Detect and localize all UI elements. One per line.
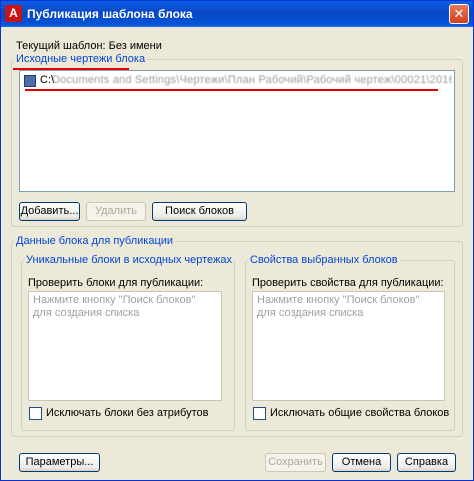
- drawing-file-icon: [24, 75, 36, 87]
- parameters-button[interactable]: Параметры...: [19, 453, 100, 472]
- exclude-blocks-without-attributes-checkbox[interactable]: [29, 407, 42, 420]
- current-template-label: Текущий шаблон: Без имени: [16, 40, 162, 52]
- cancel-button[interactable]: Отмена: [332, 453, 391, 472]
- add-button[interactable]: Добавить...: [19, 202, 80, 221]
- source-drawings-list[interactable]: C:\ Documents and Settings\Чертежи\План …: [19, 70, 455, 192]
- search-blocks-button[interactable]: Поиск блоков: [152, 202, 247, 221]
- unique-blocks-label: Проверить блоки для публикации:: [28, 277, 204, 289]
- help-button[interactable]: Справка: [397, 453, 456, 472]
- close-icon[interactable]: ✕: [449, 4, 469, 24]
- unique-blocks-legend: Уникальные блоки в исходных чертежах: [24, 254, 235, 266]
- block-properties-legend: Свойства выбранных блоков: [248, 254, 400, 266]
- block-properties-list[interactable]: Нажмите кнопку "Поиск блоков" для создан…: [252, 291, 445, 401]
- remove-button[interactable]: Удалить: [86, 202, 146, 221]
- source-drawings-legend: Исходные чертежи блока: [14, 53, 148, 65]
- exclude-blocks-checkbox-label[interactable]: Исключать блоки без атрибутов: [46, 407, 208, 419]
- exclude-common-properties-checkbox[interactable]: [253, 407, 266, 420]
- drawing-path-blurred[interactable]: Documents and Settings\Чертежи\План Рабо…: [52, 74, 452, 86]
- exclude-properties-checkbox-label[interactable]: Исключать общие свойства блоков: [270, 407, 449, 419]
- autocad-app-icon: A: [5, 5, 22, 22]
- block-properties-label: Проверить свойства для публикации:: [252, 277, 444, 289]
- publish-block-template-dialog: A Публикация шаблона блока ✕ Текущий шаб…: [0, 0, 474, 481]
- window-title: Публикация шаблона блока: [27, 7, 193, 21]
- path-underline-mark: [25, 89, 438, 91]
- title-bar[interactable]: A Публикация шаблона блока ✕: [1, 1, 473, 27]
- publish-data-legend: Данные блока для публикации: [14, 235, 176, 247]
- unique-blocks-list[interactable]: Нажмите кнопку "Поиск блоков" для создан…: [28, 291, 222, 401]
- save-button[interactable]: Сохранить: [265, 453, 326, 472]
- block-properties-hint: Нажмите кнопку "Поиск блоков" для создан…: [257, 294, 420, 319]
- unique-blocks-hint: Нажмите кнопку "Поиск блоков" для создан…: [33, 294, 196, 319]
